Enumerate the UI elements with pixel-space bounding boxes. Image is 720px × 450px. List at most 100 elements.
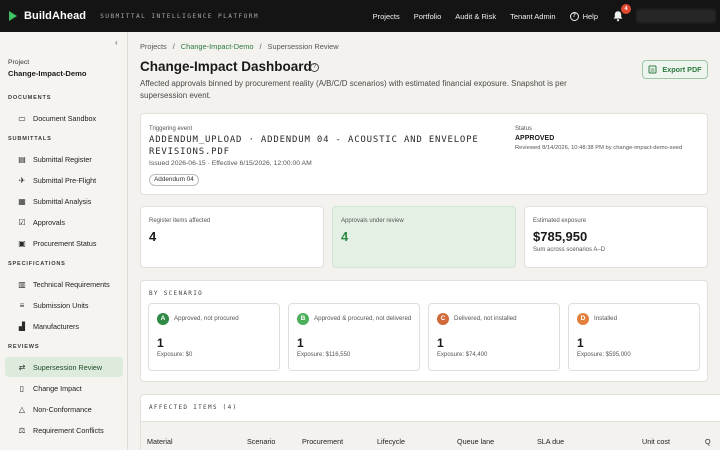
sidebar-item-submittal-register[interactable]: ▤ Submittal Register [5, 149, 123, 169]
project-label: Project [8, 59, 30, 66]
sidebar-item-label: Manufacturers [33, 321, 79, 331]
addendum-chip[interactable]: Addendum 04 [149, 174, 199, 186]
scenario-exposure: Exposure: $74,400 [437, 352, 488, 358]
notifications-button[interactable]: 4 [612, 4, 631, 23]
factory-icon: ▟ [18, 321, 26, 331]
stat-label: Approvals under review [341, 218, 404, 224]
export-icon [648, 65, 657, 74]
sidebar-item-label: Submittal Analysis [33, 196, 92, 206]
sidebar-item-document-sandbox[interactable]: ▭ Document Sandbox [5, 108, 123, 128]
breadcrumb-projects[interactable]: Projects [140, 42, 167, 51]
sidebar-item-label: Supersession Review [33, 362, 103, 372]
scenario-panel-title: BY SCENARIO [149, 290, 204, 297]
brand-name[interactable]: BuildAhead [24, 10, 86, 22]
breadcrumb-current: Supersession Review [267, 42, 339, 51]
column-scenario[interactable]: Scenario [247, 437, 275, 446]
column-lifecycle[interactable]: Lifecycle [377, 437, 405, 446]
scenario-label: Delivered, not installed [454, 315, 517, 322]
export-pdf-button[interactable]: Export PDF [642, 60, 708, 79]
stat-estimated-exposure: Estimated exposure $785,950 Sum across s… [524, 206, 708, 268]
scenario-exposure: Exposure: $0 [157, 352, 193, 358]
column-material[interactable]: Material [147, 437, 173, 446]
scenario-label: Approved, not procured [174, 315, 239, 322]
sidebar-item-submittal-analysis[interactable]: ▦ Submittal Analysis [5, 191, 123, 211]
column-truncated[interactable]: Q [705, 437, 711, 446]
scenario-badge: C [437, 313, 449, 325]
scenario-count: 1 [157, 336, 164, 350]
sidebar-item-non-conformance[interactable]: △ Non-Conformance [5, 399, 123, 419]
nav-projects[interactable]: Projects [373, 12, 400, 21]
sidebar-item-submission-units[interactable]: ≡ Submission Units [5, 295, 123, 315]
nav-portfolio[interactable]: Portfolio [414, 12, 442, 21]
list-icon: ≡ [19, 300, 25, 310]
warning-icon: △ [18, 404, 26, 414]
breadcrumb-separator: / [259, 42, 262, 51]
column-sla-due[interactable]: SLA due [537, 437, 564, 446]
scenario-card-c[interactable]: C Delivered, not installed 1 Exposure: $… [428, 303, 560, 371]
scenario-badge: A [157, 313, 169, 325]
project-name[interactable]: Change-Impact-Demo [8, 69, 86, 78]
stat-approvals-review: Approvals under review 4 [332, 206, 516, 268]
sidebar-item-supersession-review[interactable]: ⇄ Supersession Review [5, 357, 123, 377]
breadcrumb-separator: / [172, 42, 175, 51]
top-nav: Projects Portfolio Audit & Risk Tenant A… [373, 0, 720, 32]
register-icon: ▤ [18, 154, 26, 164]
column-procurement[interactable]: Procurement [302, 437, 343, 446]
nav-audit-risk[interactable]: Audit & Risk [455, 12, 496, 21]
notification-count-badge: 4 [621, 4, 631, 14]
user-menu[interactable] [636, 9, 716, 23]
breadcrumb-project[interactable]: Change-Impact-Demo [181, 42, 254, 51]
package-icon: ▣ [18, 238, 26, 248]
info-icon[interactable]: ? [310, 63, 319, 72]
sidebar-item-label: Submission Units [33, 300, 89, 310]
column-queue-lane[interactable]: Queue lane [457, 437, 494, 446]
affected-items-panel: AFFECTED ITEMS (4) Material Scenario Pro… [140, 394, 720, 450]
export-label: Export PDF [662, 65, 702, 74]
trigger-label: Triggering event [149, 126, 193, 132]
trigger-meta: Issued 2026-06-15 · Effective 6/15/2026,… [149, 160, 312, 167]
folder-icon: ▭ [18, 113, 26, 123]
sidebar-item-requirement-conflicts[interactable]: ⚖ Requirement Conflicts [5, 420, 123, 440]
stat-value: 4 [341, 229, 349, 244]
section-reviews: REVIEWS [8, 344, 40, 350]
document-icon: ▯ [19, 383, 25, 393]
nav-tenant-admin[interactable]: Tenant Admin [510, 12, 555, 21]
swap-arrows-icon: ⇄ [18, 362, 26, 372]
sidebar-item-label: Approvals [33, 217, 65, 227]
sidebar: ‹ Project Change-Impact-Demo DOCUMENTS ▭… [0, 32, 128, 450]
sidebar-item-manufacturers[interactable]: ▟ Manufacturers [5, 316, 123, 336]
stat-label: Estimated exposure [533, 218, 587, 224]
sidebar-item-label: Requirement Conflicts [33, 425, 104, 435]
sidebar-item-technical-requirements[interactable]: ▥ Technical Requirements [5, 274, 123, 294]
top-bar: BuildAhead SUBMITTAL INTELLIGENCE PLATFO… [0, 0, 720, 32]
sidebar-item-label: Non-Conformance [33, 404, 92, 414]
help-label: Help [582, 11, 598, 21]
status-label: Status [515, 126, 533, 132]
sidebar-item-procurement-status[interactable]: ▣ Procurement Status [5, 233, 123, 253]
checkbox-icon: ☑ [18, 217, 26, 227]
scenario-count: 1 [577, 336, 584, 350]
scenario-label: Installed [594, 315, 618, 322]
scenario-badge: D [577, 313, 589, 325]
section-specifications: SPECIFICATIONS [8, 261, 66, 267]
sidebar-item-change-impact[interactable]: ▯ Change Impact [5, 378, 123, 398]
scenario-card-a[interactable]: A Approved, not procured 1 Exposure: $0 [148, 303, 280, 371]
sidebar-item-submittal-preflight[interactable]: ✈ Submittal Pre-Flight [5, 170, 123, 190]
scenario-card-d[interactable]: D Installed 1 Exposure: $595,000 [568, 303, 700, 371]
stat-value: 4 [149, 229, 157, 244]
sidebar-item-label: Procurement Status [33, 238, 97, 248]
sidebar-item-label: Document Sandbox [33, 113, 97, 123]
column-unit-cost[interactable]: Unit cost [642, 437, 670, 446]
scenario-badge: B [297, 313, 309, 325]
sidebar-item-approvals[interactable]: ☑ Approvals [5, 212, 123, 232]
collapse-sidebar-icon[interactable]: ‹ [115, 38, 118, 47]
scenario-count: 1 [437, 336, 444, 350]
scenario-label: Approved & procured, not delivered [314, 315, 412, 322]
main-content: Projects / Change-Impact-Demo / Superses… [128, 32, 720, 450]
status-value: APPROVED [515, 135, 555, 142]
page-title: Change-Impact Dashboard [140, 59, 312, 74]
scenario-card-b[interactable]: B Approved & procured, not delivered 1 E… [288, 303, 420, 371]
scenario-count: 1 [297, 336, 304, 350]
conflict-icon: ⚖ [18, 425, 26, 435]
help-link[interactable]: ? Help [569, 11, 598, 21]
